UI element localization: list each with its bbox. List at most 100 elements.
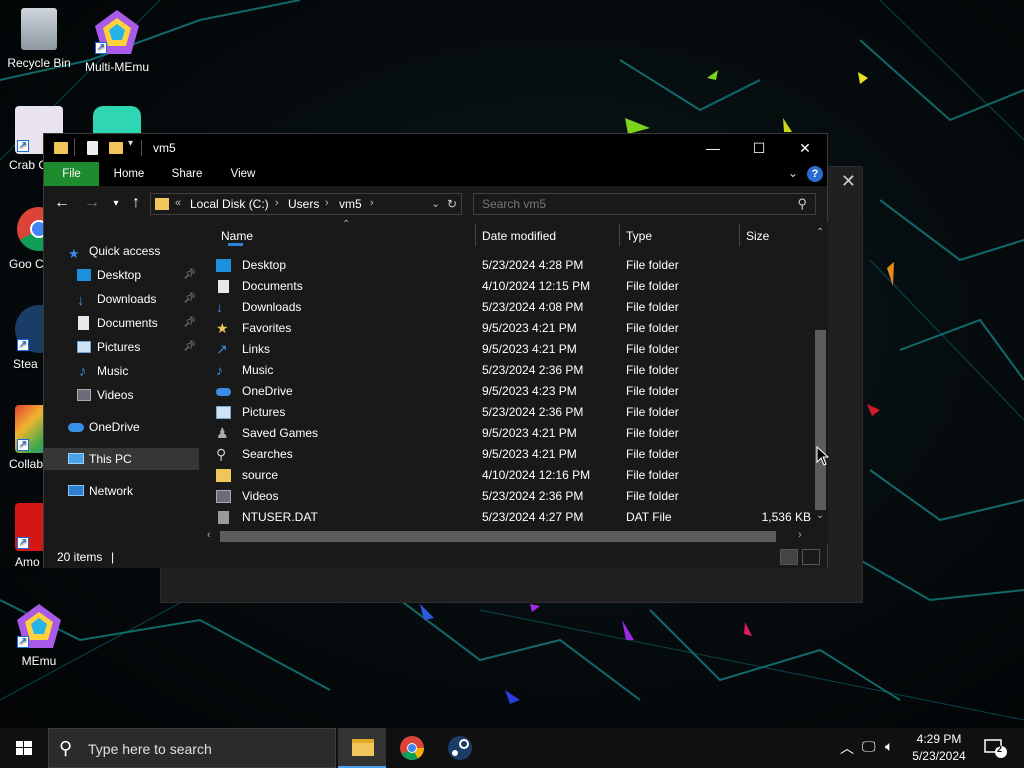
nav-item-downloads[interactable]: ↓ Downloads 📌︎	[44, 288, 199, 310]
file-date-modified: 9/5/2023 4:21 PM	[482, 321, 577, 335]
table-row[interactable]: ↓ Downloads 5/23/2024 4:08 PM File folder	[212, 297, 810, 318]
pin-icon: 📌︎	[183, 317, 196, 328]
vertical-scrollbar[interactable]: ⌃ ⌄	[813, 227, 828, 524]
nav-item-desktop[interactable]: Desktop 📌︎	[44, 264, 199, 286]
maximize-button[interactable]: ☐	[736, 134, 782, 162]
nav-label: OneDrive	[89, 420, 140, 434]
nav-item-documents[interactable]: Documents 📌︎	[44, 312, 199, 334]
close-button[interactable]: ✕	[782, 134, 828, 162]
folder-icon	[155, 198, 169, 210]
file-name: Searches	[242, 447, 293, 461]
table-row[interactable]: OneDrive 9/5/2023 4:23 PM File folder	[212, 381, 810, 402]
breadcrumb-users[interactable]: Users	[288, 197, 319, 211]
nav-this-pc[interactable]: This PC	[44, 448, 199, 470]
new-folder-icon[interactable]	[109, 142, 123, 154]
tab-home[interactable]: Home	[106, 162, 152, 186]
search-icon: ⚲	[797, 196, 807, 211]
horizontal-scroll-thumb[interactable]	[220, 531, 776, 542]
horizontal-scrollbar[interactable]: ‹ ›	[204, 529, 813, 544]
table-row[interactable]: NTUSER.DAT 5/23/2024 4:27 PM DAT File 1,536…	[212, 507, 811, 528]
scroll-down-icon[interactable]: ⌄	[816, 510, 824, 521]
system-clock[interactable]: 4:29 PM 5/23/2024	[907, 731, 971, 765]
table-row[interactable]: Desktop 5/23/2024 4:28 PM File folder	[212, 255, 810, 276]
taskbar-file-explorer[interactable]	[338, 728, 386, 768]
taskbar-chrome[interactable]	[388, 728, 436, 768]
breadcrumb-local-disk[interactable]: Local Disk (C:)	[190, 197, 269, 211]
close-icon[interactable]: ✕	[841, 171, 856, 192]
recent-locations-icon[interactable]: ▾	[106, 198, 126, 209]
table-row[interactable]: Pictures 5/23/2024 2:36 PM File folder	[212, 402, 810, 423]
tab-share[interactable]: Share	[164, 162, 210, 186]
network-status-icon[interactable]: 🖵︎	[862, 738, 876, 755]
divider	[74, 138, 75, 156]
nav-label: Quick access	[89, 244, 161, 258]
scroll-left-icon[interactable]: ‹	[207, 529, 211, 541]
details-view-button[interactable]	[780, 549, 798, 565]
properties-icon[interactable]	[87, 141, 98, 155]
nav-item-music[interactable]: ♪ Music	[44, 360, 199, 382]
music-folder-icon: ♪	[216, 362, 223, 378]
breadcrumb-overflow[interactable]: «	[175, 197, 181, 209]
taskbar-steam[interactable]	[436, 728, 484, 768]
documents-folder-icon	[78, 316, 89, 330]
nav-item-videos[interactable]: Videos	[44, 384, 199, 406]
nav-quick-access[interactable]: ★ Quick access	[44, 240, 199, 262]
file-type: File folder	[626, 489, 679, 503]
chevron-right-icon: ›	[370, 197, 374, 209]
multi-memu-shortcut[interactable]: ↗ Multi-MEmu	[79, 8, 155, 74]
taskbar-search[interactable]: ⚲ Type here to search	[48, 728, 336, 768]
table-row[interactable]: ⚲ Searches 9/5/2023 4:21 PM File folder	[212, 444, 810, 465]
file-name: Favorites	[242, 321, 292, 335]
file-type: File folder	[626, 405, 679, 419]
nav-label: Videos	[97, 388, 134, 402]
file-name: OneDrive	[242, 384, 293, 398]
vertical-scroll-thumb[interactable]	[815, 330, 826, 510]
address-bar[interactable]: « Local Disk (C:) › Users › vm5 › ⌄ ↻	[150, 193, 462, 215]
computer-icon	[68, 453, 84, 464]
expand-ribbon-icon[interactable]: ⌄	[788, 166, 798, 180]
tab-view[interactable]: View	[220, 162, 266, 186]
table-row[interactable]: ↗ Links 9/5/2023 4:21 PM File folder	[212, 339, 810, 360]
table-row[interactable]: Videos 5/23/2024 2:36 PM File folder	[212, 486, 810, 507]
scroll-up-icon[interactable]: ⌃	[816, 227, 824, 238]
file-name: Documents	[242, 279, 303, 293]
customize-quick-access-icon[interactable]: ▾	[128, 138, 133, 154]
file-explorer-window: ▾ vm5 — ☐ ✕ File Home Share View ⌄ ? ← →…	[43, 133, 828, 568]
minimize-button[interactable]: —	[690, 134, 736, 162]
table-row[interactable]: ♟ Saved Games 9/5/2023 4:21 PM File folder	[212, 423, 810, 444]
table-row[interactable]: ♪ Music 5/23/2024 2:36 PM File folder	[212, 360, 810, 381]
table-row[interactable]: ★ Favorites 9/5/2023 4:21 PM File folder	[212, 318, 810, 339]
chevron-down-icon[interactable]: ⌄	[431, 197, 440, 210]
nav-label: Music	[97, 364, 129, 378]
desktop-icon-label: Recycle Bin	[7, 56, 71, 70]
show-hidden-icons-icon[interactable]: ︿	[840, 738, 854, 758]
file-type: File folder	[626, 321, 679, 335]
volume-muted-icon[interactable]: 🔈︎	[885, 738, 893, 755]
memu-shortcut[interactable]: ↗ MEmu	[1, 602, 77, 668]
recycle-bin-shortcut[interactable]: Recycle Bin	[1, 8, 77, 70]
pictures-folder-icon	[216, 406, 231, 419]
nav-onedrive[interactable]: OneDrive	[44, 416, 199, 438]
chrome-icon	[400, 736, 424, 761]
divider	[141, 140, 142, 156]
nav-network[interactable]: Network	[44, 480, 199, 502]
forward-button[interactable]: →	[82, 194, 102, 212]
table-row[interactable]: Documents 4/10/2024 12:15 PM File folder	[212, 276, 810, 297]
help-icon[interactable]: ?	[807, 166, 823, 182]
scroll-right-icon[interactable]: ›	[798, 529, 802, 541]
nav-item-pictures[interactable]: Pictures 📌︎	[44, 336, 199, 358]
onedrive-folder-icon	[216, 388, 231, 396]
refresh-icon[interactable]: ↻	[447, 197, 457, 211]
search-input[interactable]: Search vm5 ⚲	[473, 193, 816, 215]
back-button[interactable]: ←	[52, 194, 72, 212]
file-explorer-icon	[352, 739, 374, 756]
up-button[interactable]: ↑	[126, 194, 146, 212]
tab-file[interactable]: File	[44, 162, 99, 186]
start-button[interactable]	[0, 728, 48, 768]
breadcrumb-vm5[interactable]: vm5	[339, 197, 362, 211]
desktop-folder-icon	[216, 259, 231, 272]
notification-center-button[interactable]: 2	[984, 739, 1008, 762]
large-icons-view-button[interactable]	[802, 549, 820, 565]
table-row[interactable]: source 4/10/2024 12:16 PM File folder	[212, 465, 810, 486]
downloads-folder-icon: ↓	[77, 292, 85, 309]
